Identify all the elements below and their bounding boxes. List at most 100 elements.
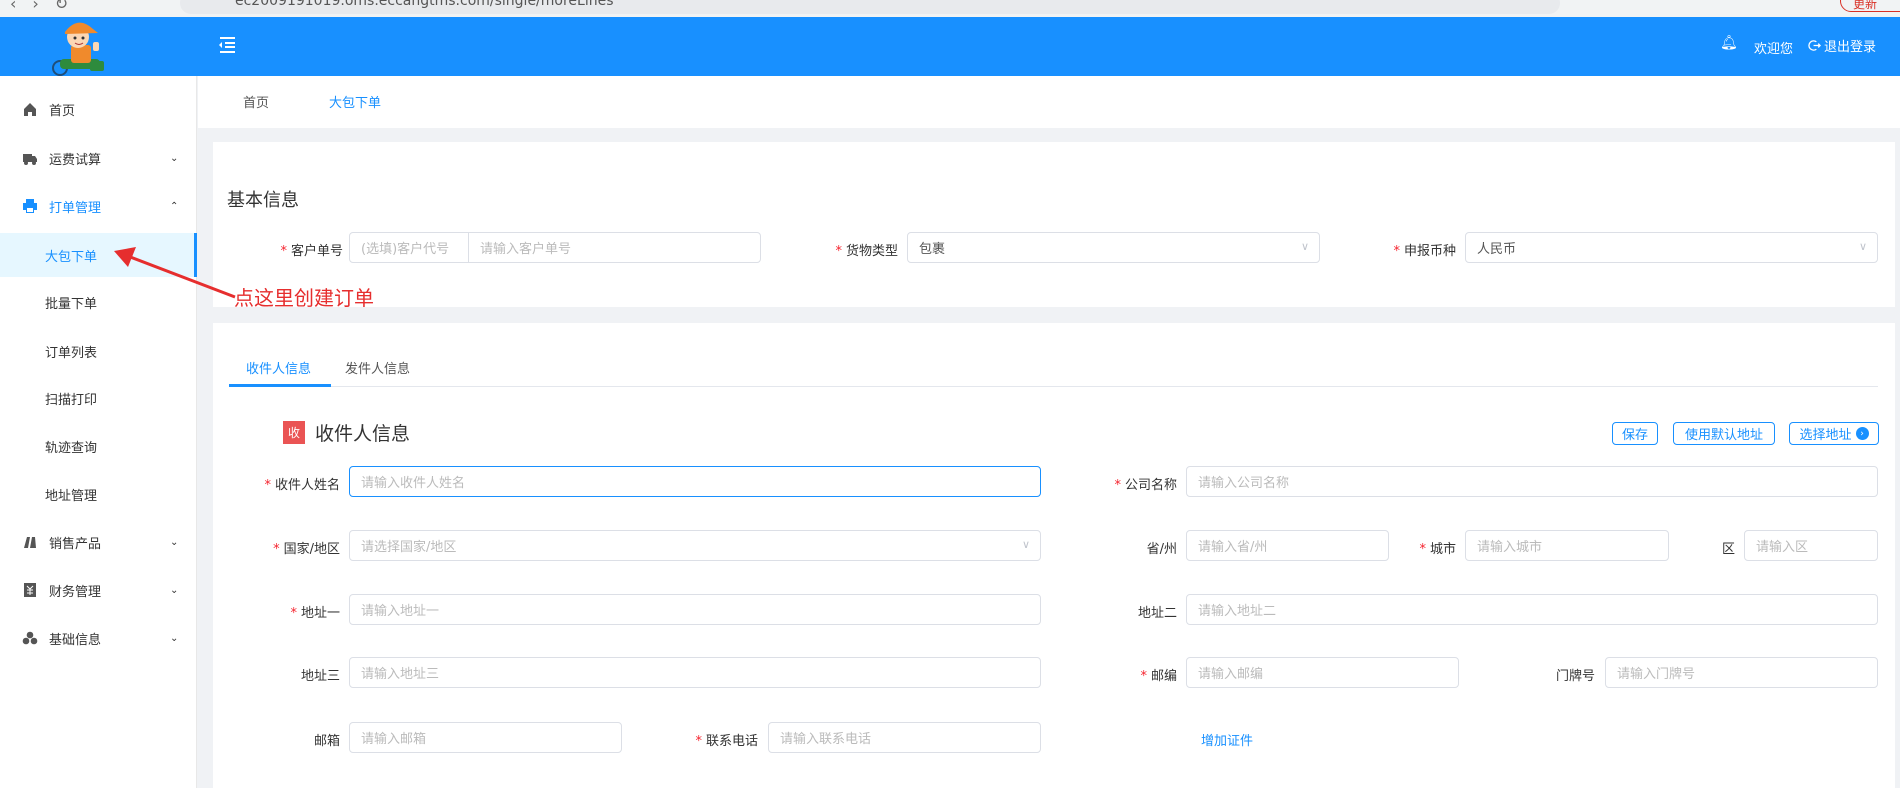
printer-icon: [23, 199, 37, 213]
address1-label: * 地址一: [290, 606, 340, 621]
sidebar-item-order-list[interactable]: 订单列表: [0, 329, 197, 373]
logo-mascot: [52, 22, 104, 76]
chevron-right-circle-icon: ›: [1855, 427, 1869, 440]
logout-icon: [1808, 40, 1821, 51]
sidebar-item-sales-products[interactable]: 销售产品 ⌄: [0, 520, 197, 564]
chevron-up-icon: ⌃: [170, 200, 179, 212]
sidebar-item-label: 轨迹查询: [45, 440, 98, 456]
zipcode-input[interactable]: 请输入邮编: [1186, 657, 1459, 688]
sidebar-item-label: 销售产品: [49, 536, 102, 552]
sidebar-item-address-management[interactable]: 地址管理: [0, 472, 197, 516]
browser-nav-icons[interactable]: ‹›↻: [10, 0, 84, 13]
sidebar-item-scan-print[interactable]: 扫描打印: [0, 376, 197, 420]
sidebar-item-tracking[interactable]: 轨迹查询: [0, 424, 197, 468]
tab-sender-info[interactable]: 发件人信息: [345, 358, 410, 377]
sidebar-item-label: 首页: [49, 103, 76, 119]
address3-input[interactable]: 请输入地址三: [349, 657, 1041, 688]
top-header: 🔔︎ 欢迎您 退出登录: [0, 17, 1900, 76]
currency-select[interactable]: 人民币 ∨: [1465, 232, 1878, 263]
choose-address-button[interactable]: 选择地址 ›: [1789, 422, 1879, 445]
house-no-label: 门牌号: [1555, 669, 1595, 684]
bell-icon[interactable]: 🔔︎: [1720, 35, 1738, 51]
sidebar: 首页 运费试算 ⌄ 打单管理 ⌃ 大包下单 批量下单 订单列表 扫描打印 轨迹查…: [0, 76, 197, 788]
cluster-icon: [22, 631, 38, 645]
chevron-down-icon: ∨: [1858, 240, 1867, 253]
add-id-link[interactable]: 增加证件: [1201, 730, 1253, 749]
sidebar-item-label: 大包下单: [45, 249, 98, 265]
use-default-address-button[interactable]: 使用默认地址: [1673, 422, 1775, 445]
sidebar-item-label: 基础信息: [49, 632, 102, 648]
browser-toolbar: ‹›↻ ec2009191019.oms.eccangtms.com/singl…: [0, 0, 1900, 17]
customer-no-input[interactable]: 请输入客户单号: [468, 232, 761, 263]
save-button[interactable]: 保存: [1612, 422, 1658, 445]
address1-input[interactable]: 请输入地址一: [349, 594, 1041, 625]
cargo-type-label: * 货物类型: [835, 244, 898, 259]
sidebar-item-label: 运费试算: [49, 152, 102, 168]
currency-label: * 申报币种: [1393, 244, 1456, 259]
sidebar-item-freight-calc[interactable]: 运费试算 ⌄: [0, 136, 197, 180]
sidebar-item-order-management[interactable]: 打单管理 ⌃: [0, 184, 197, 228]
tabs-divider: [229, 386, 1878, 387]
customer-no-label: * 客户单号: [280, 244, 343, 259]
chevron-down-icon: ∨: [1300, 240, 1309, 253]
welcome-text: 欢迎您: [1754, 42, 1794, 57]
sidebar-item-basic-info[interactable]: 基础信息 ⌄: [0, 616, 197, 660]
tab-receiver-info[interactable]: 收件人信息: [246, 358, 311, 377]
phone-label: * 联系电话: [695, 734, 758, 749]
basic-info-card: [213, 142, 1895, 307]
phone-input[interactable]: 请输入联系电话: [768, 722, 1041, 753]
province-input[interactable]: 请输入省/州: [1186, 530, 1389, 561]
address2-label: 地址二: [1137, 606, 1177, 621]
cargo-type-select[interactable]: 包裹 ∨: [907, 232, 1320, 263]
receiver-name-label: * 收件人姓名: [264, 478, 340, 493]
country-label: * 国家/地区: [273, 542, 340, 557]
logout-label: 退出登录: [1824, 40, 1877, 55]
page-tabs-bar: 首页 大包下单: [198, 76, 1900, 128]
address-bar[interactable]: ec2009191019.oms.eccangtms.com/single/mo…: [180, 0, 1560, 14]
city-label: * 城市: [1419, 542, 1456, 557]
email-input[interactable]: 请输入邮箱: [349, 722, 622, 753]
chevron-down-icon: ∨: [1021, 538, 1030, 551]
basic-info-title: 基本信息: [227, 190, 299, 211]
house-no-input[interactable]: 请输入门牌号: [1605, 657, 1878, 688]
logout-button[interactable]: 退出登录: [1808, 36, 1876, 55]
chevron-down-icon: ⌄: [170, 152, 179, 164]
address3-label: 地址三: [300, 669, 340, 684]
page-tab-home[interactable]: 首页: [243, 92, 269, 111]
country-select[interactable]: 请选择国家/地区 ∨: [349, 530, 1041, 561]
finance-icon: [24, 583, 36, 597]
company-input[interactable]: 请输入公司名称: [1186, 466, 1878, 497]
annotation-arrow-icon: [114, 247, 236, 299]
district-label: 区: [1721, 542, 1735, 557]
annotation-text: 点这里创建订单: [234, 286, 374, 310]
sidebar-item-label: 财务管理: [49, 584, 102, 600]
shopping-bag-icon: [24, 537, 36, 548]
sidebar-item-label: 批量下单: [45, 296, 98, 312]
chevron-down-icon: ⌄: [170, 536, 179, 548]
sidebar-item-finance[interactable]: 财务管理 ⌄: [0, 568, 197, 612]
receiver-name-input[interactable]: 请输入收件人姓名: [349, 466, 1041, 497]
district-input[interactable]: 请输入区: [1744, 530, 1878, 561]
sidebar-item-label: 订单列表: [45, 345, 98, 361]
sidebar-item-label: 扫描打印: [45, 392, 98, 408]
receiver-badge: 收: [283, 421, 305, 444]
email-label: 邮箱: [313, 734, 340, 749]
company-label: * 公司名称: [1114, 478, 1177, 493]
menu-fold-icon[interactable]: [216, 34, 238, 56]
chevron-down-icon: ⌄: [170, 584, 179, 596]
customer-code-input[interactable]: (选填)客户代号: [349, 232, 469, 263]
province-label: 省/州: [1146, 542, 1177, 557]
truck-icon: [23, 154, 37, 165]
page-tab-bulk-order[interactable]: 大包下单: [329, 92, 381, 111]
address2-input[interactable]: 请输入地址二: [1186, 594, 1878, 625]
sidebar-item-home[interactable]: 首页: [0, 87, 197, 131]
sidebar-item-label: 地址管理: [45, 488, 98, 504]
home-icon: [24, 103, 36, 116]
chevron-down-icon: ⌄: [170, 632, 179, 644]
receiver-section-title: 收件人信息: [315, 423, 411, 445]
city-input[interactable]: 请输入城市: [1465, 530, 1669, 561]
sidebar-item-label: 打单管理: [49, 200, 102, 216]
browser-update-button[interactable]: 更新: [1840, 0, 1900, 12]
active-tab-indicator: [229, 384, 331, 387]
zipcode-label: * 邮编: [1140, 669, 1177, 684]
